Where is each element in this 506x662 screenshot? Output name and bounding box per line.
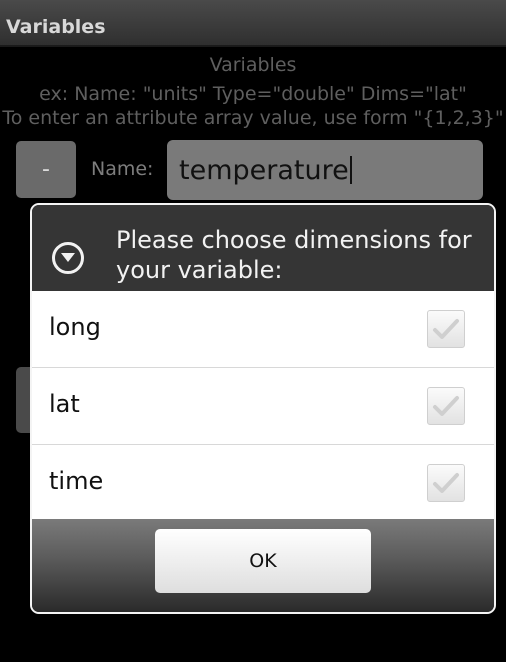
dimension-list: long lat time: [32, 291, 494, 521]
title-bar: Variables: [0, 0, 506, 47]
checkmark-icon: [433, 396, 459, 416]
hint-text: To enter an attribute array value, use f…: [2, 107, 504, 129]
name-label: Name:: [91, 158, 154, 180]
option-label: time: [49, 467, 104, 495]
option-label: lat: [49, 390, 80, 418]
dimensions-dialog: Please choose dimensions for your variab…: [30, 203, 496, 614]
option-label: long: [49, 313, 101, 341]
list-item[interactable]: time: [32, 445, 494, 521]
remove-button[interactable]: -: [16, 141, 76, 198]
title-bar-divider: [0, 45, 506, 47]
list-item[interactable]: lat: [32, 368, 494, 445]
dialog-button-bar: OK: [32, 519, 494, 612]
list-item[interactable]: long: [32, 291, 494, 368]
dialog-title: Please choose dimensions for your variab…: [116, 226, 472, 284]
ok-button[interactable]: OK: [155, 529, 371, 593]
dialog-header: Please choose dimensions for your variab…: [32, 205, 494, 291]
app-title: Variables: [6, 16, 106, 38]
checkbox[interactable]: [427, 387, 465, 425]
name-input[interactable]: temperature: [167, 140, 483, 200]
checkmark-icon: [433, 319, 459, 339]
name-input-value: temperature: [179, 154, 349, 186]
dropdown-circle-icon: [52, 242, 84, 274]
checkbox[interactable]: [427, 464, 465, 502]
text-caret: [349, 156, 352, 184]
section-heading: Variables: [209, 54, 297, 76]
example-text: ex: Name: "units" Type="double" Dims="la…: [39, 83, 467, 105]
checkbox[interactable]: [427, 310, 465, 348]
checkmark-icon: [433, 473, 459, 493]
